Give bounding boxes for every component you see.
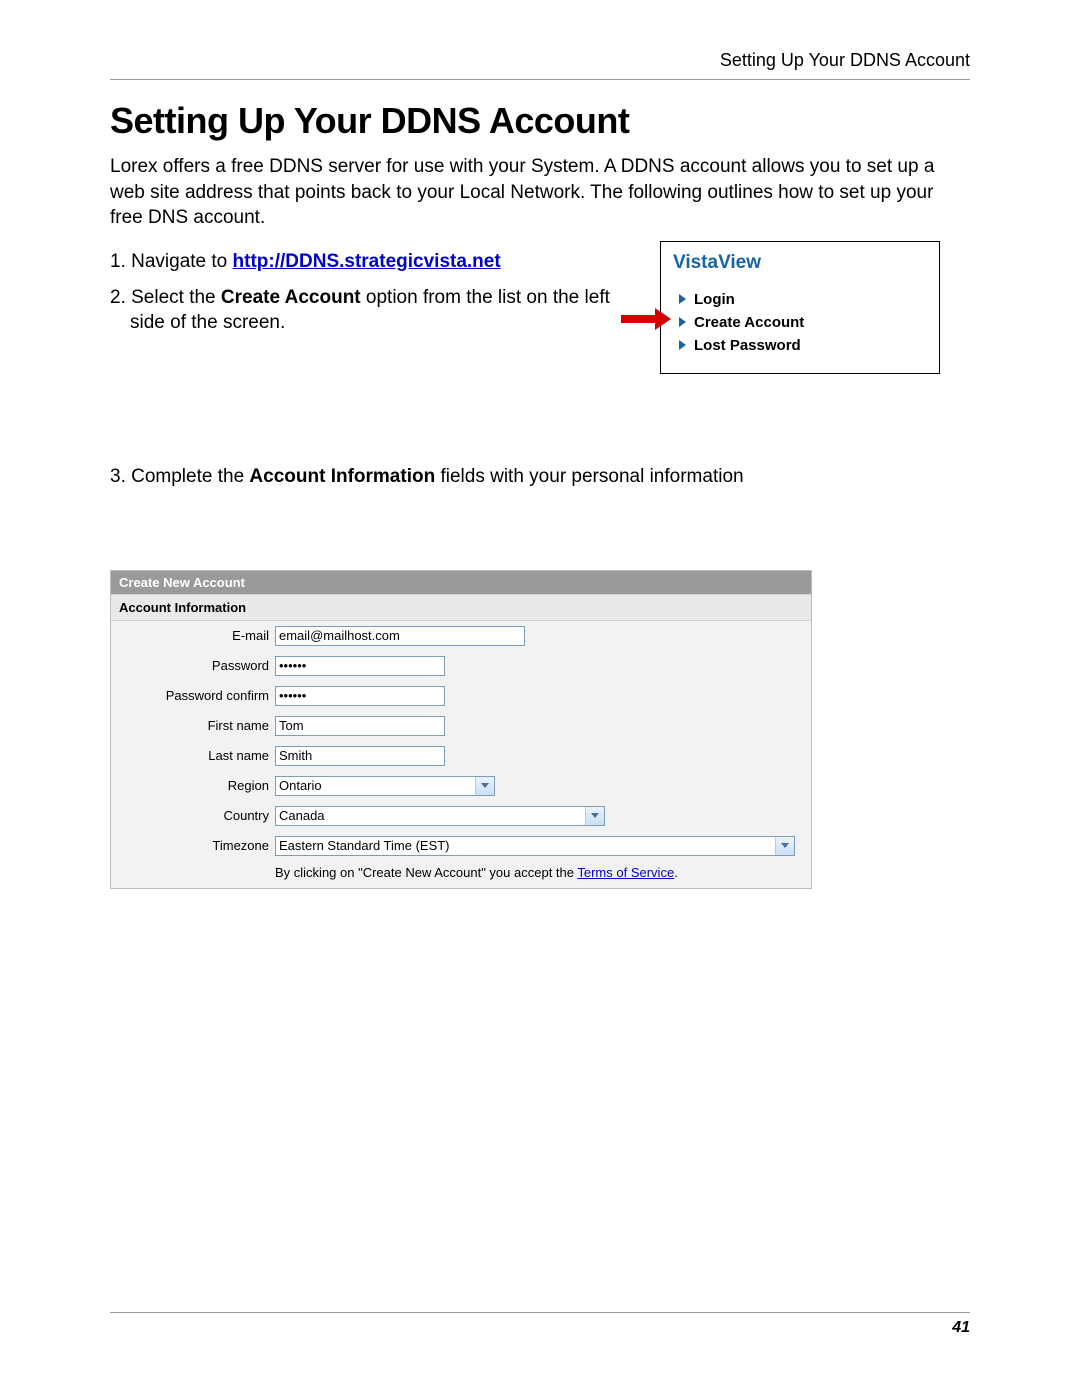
- lastname-field[interactable]: [275, 746, 445, 766]
- chevron-down-icon: [775, 837, 794, 855]
- form-header: Create New Account: [111, 571, 811, 594]
- step-1: 1. Navigate to http://DDNS.strategicvist…: [110, 249, 630, 275]
- country-select[interactable]: Canada: [275, 806, 605, 826]
- triangle-icon: [679, 294, 686, 304]
- ddns-link[interactable]: http://DDNS.strategicvista.net: [233, 251, 501, 272]
- triangle-icon: [679, 340, 686, 350]
- page-title: Setting Up Your DDNS Account: [110, 100, 970, 142]
- timezone-select[interactable]: Eastern Standard Time (EST): [275, 836, 795, 856]
- step-3-prefix: 3. Complete the: [110, 466, 249, 487]
- country-value: Canada: [279, 808, 325, 823]
- timezone-label: Timezone: [119, 838, 275, 853]
- password-confirm-field[interactable]: [275, 686, 445, 706]
- triangle-icon: [679, 317, 686, 327]
- vistaview-title: VistaView: [673, 252, 927, 274]
- footer-rule: [110, 1312, 970, 1313]
- lastname-label: Last name: [119, 748, 275, 763]
- step-2-prefix: 2. Select the: [110, 287, 221, 308]
- vista-item-label: Login: [694, 291, 735, 308]
- region-select[interactable]: Ontario: [275, 776, 495, 796]
- timezone-value: Eastern Standard Time (EST): [279, 838, 450, 853]
- firstname-field[interactable]: [275, 716, 445, 736]
- step-3: 3. Complete the Account Information fiel…: [110, 464, 970, 490]
- step-3-suffix: fields with your personal information: [435, 466, 743, 487]
- step-3-bold: Account Information: [249, 466, 435, 487]
- create-account-form: Create New Account Account Information E…: [110, 570, 812, 889]
- email-label: E-mail: [119, 628, 275, 643]
- password-label: Password: [119, 658, 275, 673]
- password-confirm-label: Password confirm: [119, 688, 275, 703]
- form-subheader: Account Information: [111, 594, 811, 621]
- country-label: Country: [119, 808, 275, 823]
- tos-text: By clicking on "Create New Account" you …: [111, 861, 811, 888]
- header-section-name: Setting Up Your DDNS Account: [110, 50, 970, 71]
- header-rule: [110, 79, 970, 80]
- vista-item-label: Create Account: [694, 314, 804, 331]
- chevron-down-icon: [475, 777, 494, 795]
- email-field[interactable]: [275, 626, 525, 646]
- intro-paragraph: Lorex offers a free DDNS server for use …: [110, 154, 970, 231]
- tos-suffix: .: [674, 865, 678, 880]
- vista-item-create-account[interactable]: Create Account: [679, 311, 927, 334]
- chevron-down-icon: [585, 807, 604, 825]
- red-arrow-icon: [621, 308, 671, 330]
- region-label: Region: [119, 778, 275, 793]
- password-field[interactable]: [275, 656, 445, 676]
- step-2-bold: Create Account: [221, 287, 361, 308]
- region-value: Ontario: [279, 778, 322, 793]
- step-1-prefix: 1. Navigate to: [110, 251, 233, 272]
- tos-link[interactable]: Terms of Service: [577, 865, 674, 880]
- vista-item-login[interactable]: Login: [679, 288, 927, 311]
- firstname-label: First name: [119, 718, 275, 733]
- vista-item-lost-password[interactable]: Lost Password: [679, 334, 927, 357]
- tos-prefix: By clicking on "Create New Account" you …: [275, 865, 577, 880]
- step-2: 2. Select the Create Account option from…: [110, 285, 630, 336]
- page-number: 41: [110, 1319, 970, 1337]
- vistaview-panel: VistaView Login Create Account Lost Pass…: [660, 241, 940, 374]
- vista-item-label: Lost Password: [694, 337, 801, 354]
